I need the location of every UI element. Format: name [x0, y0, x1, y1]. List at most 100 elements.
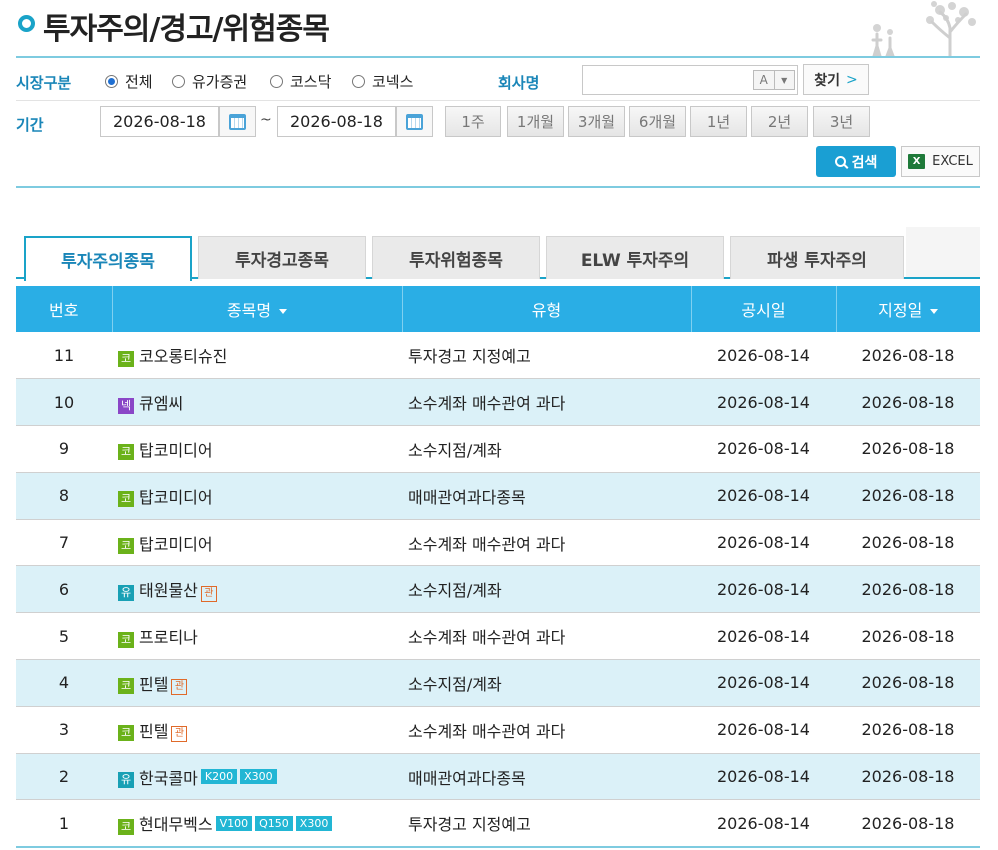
- announce-date: 2026-08-14: [691, 471, 836, 520]
- table-header-row: 번호 종목명 유형 공시일 지정일: [16, 286, 980, 332]
- period-1year-button[interactable]: 1년: [690, 106, 747, 137]
- kospi-market-icon: 유: [118, 584, 134, 601]
- stock-name-link[interactable]: 탑코미디어: [139, 441, 213, 460]
- table-row: 6 유 태원물산 관 소수지점/계좌 2026-08-14 2026-08-18: [16, 565, 980, 613]
- caution-type: 소수지점/계좌: [402, 425, 691, 473]
- stock-name-link[interactable]: 한국콜마: [139, 769, 198, 788]
- period-1week-button[interactable]: 1주: [445, 106, 501, 137]
- caution-type: 소수계좌 매수관여 과다: [402, 612, 691, 660]
- radio-checked-icon: [105, 75, 118, 88]
- designate-date: 2026-08-18: [836, 612, 980, 660]
- table-row: 3 코 핀텔 관 소수계좌 매수관여 과다 2026-08-14 2026-08-18: [16, 705, 980, 754]
- announce-date: 2026-08-14: [691, 565, 836, 613]
- stock-name-link[interactable]: 핀텔: [139, 675, 168, 694]
- row-number: 2: [16, 752, 112, 800]
- announce-date: 2026-08-14: [691, 425, 836, 473]
- period-2year-button[interactable]: 2년: [751, 106, 808, 137]
- dropdown-arrow-icon: ▼: [773, 71, 795, 89]
- period-3month-button[interactable]: 3개월: [568, 106, 625, 137]
- stock-name-cell: 코 현대무벡스 V100 Q150 X300: [112, 799, 402, 847]
- announce-date: 2026-08-14: [691, 659, 836, 707]
- announce-date: 2026-08-14: [691, 612, 836, 660]
- sort-down-icon: [279, 309, 288, 314]
- designate-date: 2026-08-18: [836, 659, 980, 707]
- kosdaq-market-icon: 코: [118, 350, 134, 367]
- chevron-right-icon: >: [846, 71, 858, 88]
- managed-stock-badge: 관: [171, 679, 188, 696]
- designate-date: 2026-08-18: [836, 378, 980, 426]
- stock-name-cell: 넥 큐엠씨: [112, 378, 402, 426]
- tab-caution[interactable]: 투자주의종목: [24, 236, 192, 281]
- row-number: 9: [16, 425, 112, 473]
- stock-name-link[interactable]: 큐엠씨: [139, 394, 183, 413]
- stock-name-link[interactable]: 탑코미디어: [139, 535, 213, 554]
- radio-unchecked-icon: [172, 75, 185, 88]
- date-to-input[interactable]: 2026-08-18: [277, 106, 396, 137]
- column-header-no: 번호: [16, 286, 112, 332]
- excel-download-button[interactable]: X EXCEL: [901, 146, 980, 177]
- tab-derivatives-caution[interactable]: 파생 투자주의: [730, 236, 904, 279]
- announce-date: 2026-08-14: [691, 518, 836, 566]
- row-number: 1: [16, 799, 112, 847]
- designate-date: 2026-08-18: [836, 799, 980, 847]
- announce-date: 2026-08-14: [691, 705, 836, 754]
- find-company-button[interactable]: 찾기 >: [803, 64, 869, 95]
- table-row: 7 코 탑코미디어 소수계좌 매수관여 과다 2026-08-14 2026-08-18: [16, 518, 980, 566]
- search-icon: [834, 156, 846, 167]
- index-badge: K200: [200, 769, 238, 785]
- calendar-icon: [406, 113, 423, 130]
- period-6month-button[interactable]: 6개월: [629, 106, 686, 137]
- column-header-designate-date[interactable]: 지정일: [835, 286, 980, 332]
- excel-icon: X: [908, 154, 926, 169]
- date-to-calendar-button[interactable]: [396, 106, 433, 137]
- stock-name-cell: 유 한국콜마 K200 X300: [112, 752, 402, 800]
- autocomplete-toggle[interactable]: A ▼: [753, 70, 795, 90]
- kospi-market-icon: 유: [118, 772, 134, 789]
- company-label: 회사명: [498, 74, 540, 92]
- caution-type: 소수계좌 매수관여 과다: [402, 705, 691, 754]
- market-filter-row: 시장구분 전체 유가증권 코스닥 코넥스 회사명 A ▼ 찾기 >: [16, 60, 980, 101]
- row-number: 11: [53, 345, 75, 365]
- tree-family-illustration-icon: [871, 1, 976, 56]
- search-filter-panel: 시장구분 전체 유가증권 코스닥 코넥스 회사명 A ▼ 찾기 > 기간 202…: [16, 60, 980, 188]
- date-separator: ~: [260, 112, 272, 128]
- kosdaq-market-icon: 코: [118, 678, 134, 695]
- market-radio-kospi[interactable]: 유가증권: [172, 71, 247, 92]
- date-from-input[interactable]: 2026-08-18: [100, 106, 219, 137]
- kosdaq-market-icon: 코: [118, 818, 134, 835]
- announce-date: 2026-08-14: [717, 345, 810, 365]
- stock-name-link[interactable]: 탑코미디어: [139, 488, 213, 507]
- index-badge: Q150: [255, 815, 293, 831]
- market-radio-kosdaq[interactable]: 코스닥: [270, 71, 331, 92]
- caution-type: 투자경고 지정예고: [402, 799, 691, 847]
- index-badge: X300: [240, 769, 277, 785]
- stock-name-cell: 코 코오롱티슈진: [112, 332, 402, 379]
- company-name-input[interactable]: A ▼: [582, 65, 798, 95]
- stock-name-link[interactable]: 현대무벡스: [139, 815, 213, 834]
- date-from-calendar-button[interactable]: [219, 106, 256, 137]
- stock-name-cell: 코 핀텔 관: [112, 705, 402, 754]
- stock-name-link[interactable]: 핀텔: [139, 722, 168, 741]
- market-radio-all[interactable]: 전체: [105, 71, 153, 92]
- row-number: 10: [16, 378, 112, 426]
- market-radio-konex[interactable]: 코넥스: [352, 71, 413, 92]
- caution-type: 매매관여과다종목: [402, 752, 691, 800]
- tab-risk[interactable]: 투자위험종목: [372, 236, 540, 279]
- tab-warning[interactable]: 투자경고종목: [198, 236, 366, 279]
- tab-elw-caution[interactable]: ELW 투자주의: [546, 236, 724, 279]
- kosdaq-market-icon: 코: [118, 444, 134, 461]
- column-header-type: 유형: [401, 286, 691, 332]
- stock-name-link[interactable]: 코오롱티슈진: [139, 347, 227, 366]
- column-header-name[interactable]: 종목명: [111, 286, 402, 332]
- table-row: 9 코 탑코미디어 소수지점/계좌 2026-08-14 2026-08-18: [16, 425, 980, 473]
- table-row: 10 넥 큐엠씨 소수계좌 매수관여 과다 2026-08-14 2026-08-18: [16, 378, 980, 426]
- managed-stock-badge: 관: [200, 585, 217, 602]
- row-number: 4: [16, 659, 112, 707]
- period-1month-button[interactable]: 1개월: [507, 106, 564, 137]
- search-button[interactable]: 검색: [816, 146, 896, 177]
- stock-name-link[interactable]: 태원물산: [139, 581, 198, 600]
- period-3year-button[interactable]: 3년: [813, 106, 870, 137]
- table-row: 1 코 현대무벡스 V100 Q150 X300 투자경고 지정예고 2026-08-14 20…: [16, 799, 980, 847]
- stock-name-link[interactable]: 프로티나: [139, 628, 198, 647]
- page-title: 투자주의/경고/위험종목: [43, 12, 330, 47]
